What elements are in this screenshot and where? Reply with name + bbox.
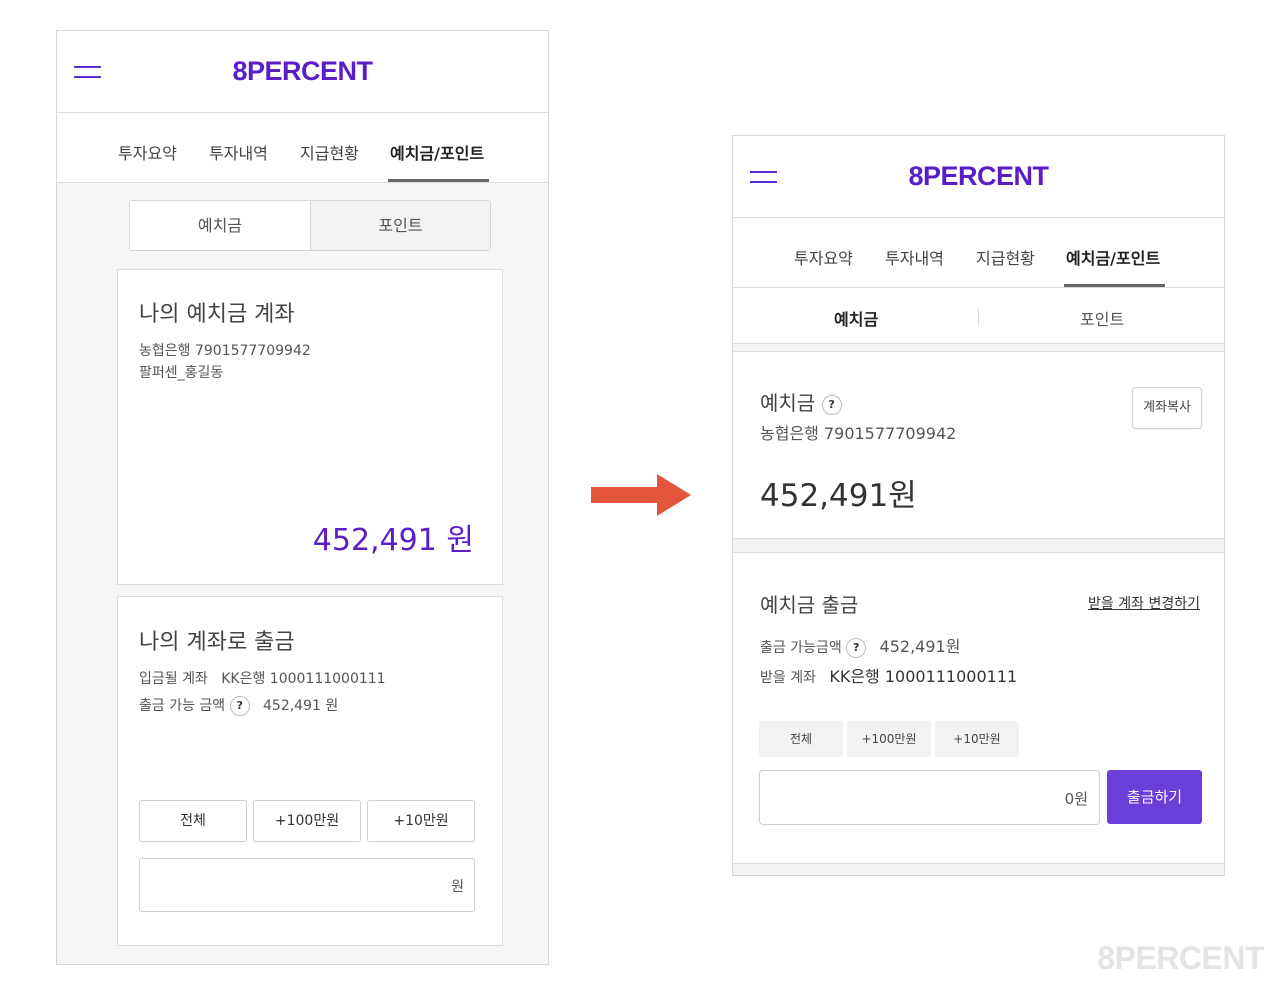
help-icon[interactable]: ? — [821, 394, 842, 415]
available-amount: 452,491원 — [879, 637, 961, 656]
tab-payment-status[interactable]: 지급현황 — [300, 140, 359, 164]
deposit-title-row: 예치금 ? — [760, 387, 842, 416]
change-account-link[interactable]: 받을 계좌 변경하기 — [1088, 593, 1200, 613]
old-design-panel: 8PERCENT 투자요약 투자내역 지급현황 예치금/포인트 예치금 포인트 … — [56, 30, 549, 965]
subtab-divider — [978, 308, 979, 326]
card-title: 예치금 출금 — [760, 593, 859, 617]
account-holder: 팔퍼센_홍길동 — [139, 365, 224, 381]
brand-watermark: 8PERCENT — [1097, 940, 1264, 976]
withdraw-amount-input[interactable]: 0원 — [759, 770, 1100, 825]
account-number: 농협은행 7901577709942 — [139, 343, 311, 359]
card-title: 예치금 — [760, 391, 816, 415]
tab-investment-history[interactable]: 투자내역 — [885, 245, 944, 269]
main-tabs: 투자요약 투자내역 지급현황 예치금/포인트 — [57, 113, 548, 183]
tab-deposit-points[interactable]: 예치금/포인트 — [390, 140, 484, 164]
currency-unit: 원 — [451, 879, 464, 895]
available-row: 출금 가능금액 ? 452,491원 — [760, 633, 960, 658]
destination-label: 입금될 계좌 — [139, 671, 208, 687]
deposit-point-subtabs: 예치금 포인트 — [733, 288, 1224, 344]
tab-investment-history[interactable]: 투자내역 — [209, 140, 268, 164]
available-row: 출금 가능 금액 ? 452,491 원 — [139, 695, 338, 716]
active-tab-indicator — [388, 179, 489, 182]
card-title: 나의 예치금 계좌 — [139, 302, 295, 327]
subtab-deposit[interactable]: 예치금 — [834, 306, 878, 330]
new-design-panel: 8PERCENT 투자요약 투자내역 지급현황 예치금/포인트 예치금 포인트 … — [732, 135, 1225, 876]
available-label: 출금 가능 금액 — [139, 698, 226, 714]
card-title: 나의 계좌로 출금 — [139, 630, 295, 655]
destination-row: 받을 계좌 KK은행 1000111000111 — [760, 663, 1017, 687]
destination-label: 받을 계좌 — [760, 670, 816, 686]
arrow-right-icon — [591, 474, 691, 516]
available-amount: 452,491 원 — [263, 698, 339, 714]
deposit-account-card: 나의 예치금 계좌 농협은행 7901577709942 팔퍼센_홍길동 452… — [117, 269, 503, 585]
amount-value: 0원 — [1064, 790, 1088, 808]
add-1m-button[interactable]: +100만원 — [847, 721, 931, 757]
active-tab-indicator — [1064, 284, 1165, 287]
all-amount-button[interactable]: 전체 — [759, 721, 843, 757]
destination-account: KK은행 1000111000111 — [829, 667, 1018, 686]
withdraw-card: 나의 계좌로 출금 입금될 계좌 KK은행 1000111000111 출금 가… — [117, 596, 503, 946]
destination-account: KK은행 1000111000111 — [221, 671, 386, 687]
withdraw-button[interactable]: 출금하기 — [1107, 770, 1202, 824]
tab-investment-summary[interactable]: 투자요약 — [794, 245, 853, 269]
withdraw-amount-input[interactable]: 원 — [139, 858, 475, 912]
withdraw-card: 예치금 출금 받을 계좌 변경하기 출금 가능금액 ? 452,491원 받을 … — [733, 552, 1224, 864]
subtab-points[interactable]: 포인트 — [1080, 306, 1124, 330]
all-amount-button[interactable]: 전체 — [139, 800, 247, 842]
help-icon[interactable]: ? — [229, 696, 250, 716]
app-header: 8PERCENT — [733, 136, 1224, 218]
deposit-amount: 452,491 원 — [312, 523, 474, 558]
main-tabs: 투자요약 투자내역 지급현황 예치금/포인트 — [733, 218, 1224, 288]
account-number: 농협은행 7901577709942 — [760, 424, 957, 443]
brand-logo[interactable]: 8PERCENT — [733, 161, 1224, 192]
destination-row: 입금될 계좌 KK은행 1000111000111 — [139, 668, 386, 688]
brand-logo[interactable]: 8PERCENT — [57, 56, 548, 87]
add-1m-button[interactable]: +100만원 — [253, 800, 361, 842]
tab-payment-status[interactable]: 지급현황 — [976, 245, 1035, 269]
copy-account-button[interactable]: 계좌복사 — [1132, 387, 1202, 429]
deposit-point-segment: 예치금 포인트 — [129, 200, 491, 251]
tab-deposit-points[interactable]: 예치금/포인트 — [1066, 245, 1160, 269]
deposit-card: 예치금 ? 농협은행 7901577709942 계좌복사 452,491원 — [733, 351, 1224, 539]
add-100k-button[interactable]: +10만원 — [367, 800, 475, 842]
available-label: 출금 가능금액 — [760, 640, 842, 656]
add-100k-button[interactable]: +10만원 — [935, 721, 1019, 757]
tab-investment-summary[interactable]: 투자요약 — [118, 140, 177, 164]
segment-points[interactable]: 포인트 — [310, 201, 490, 250]
help-icon[interactable]: ? — [846, 638, 867, 658]
deposit-amount: 452,491원 — [760, 478, 917, 514]
app-header: 8PERCENT — [57, 31, 548, 113]
segment-deposit[interactable]: 예치금 — [130, 201, 310, 250]
